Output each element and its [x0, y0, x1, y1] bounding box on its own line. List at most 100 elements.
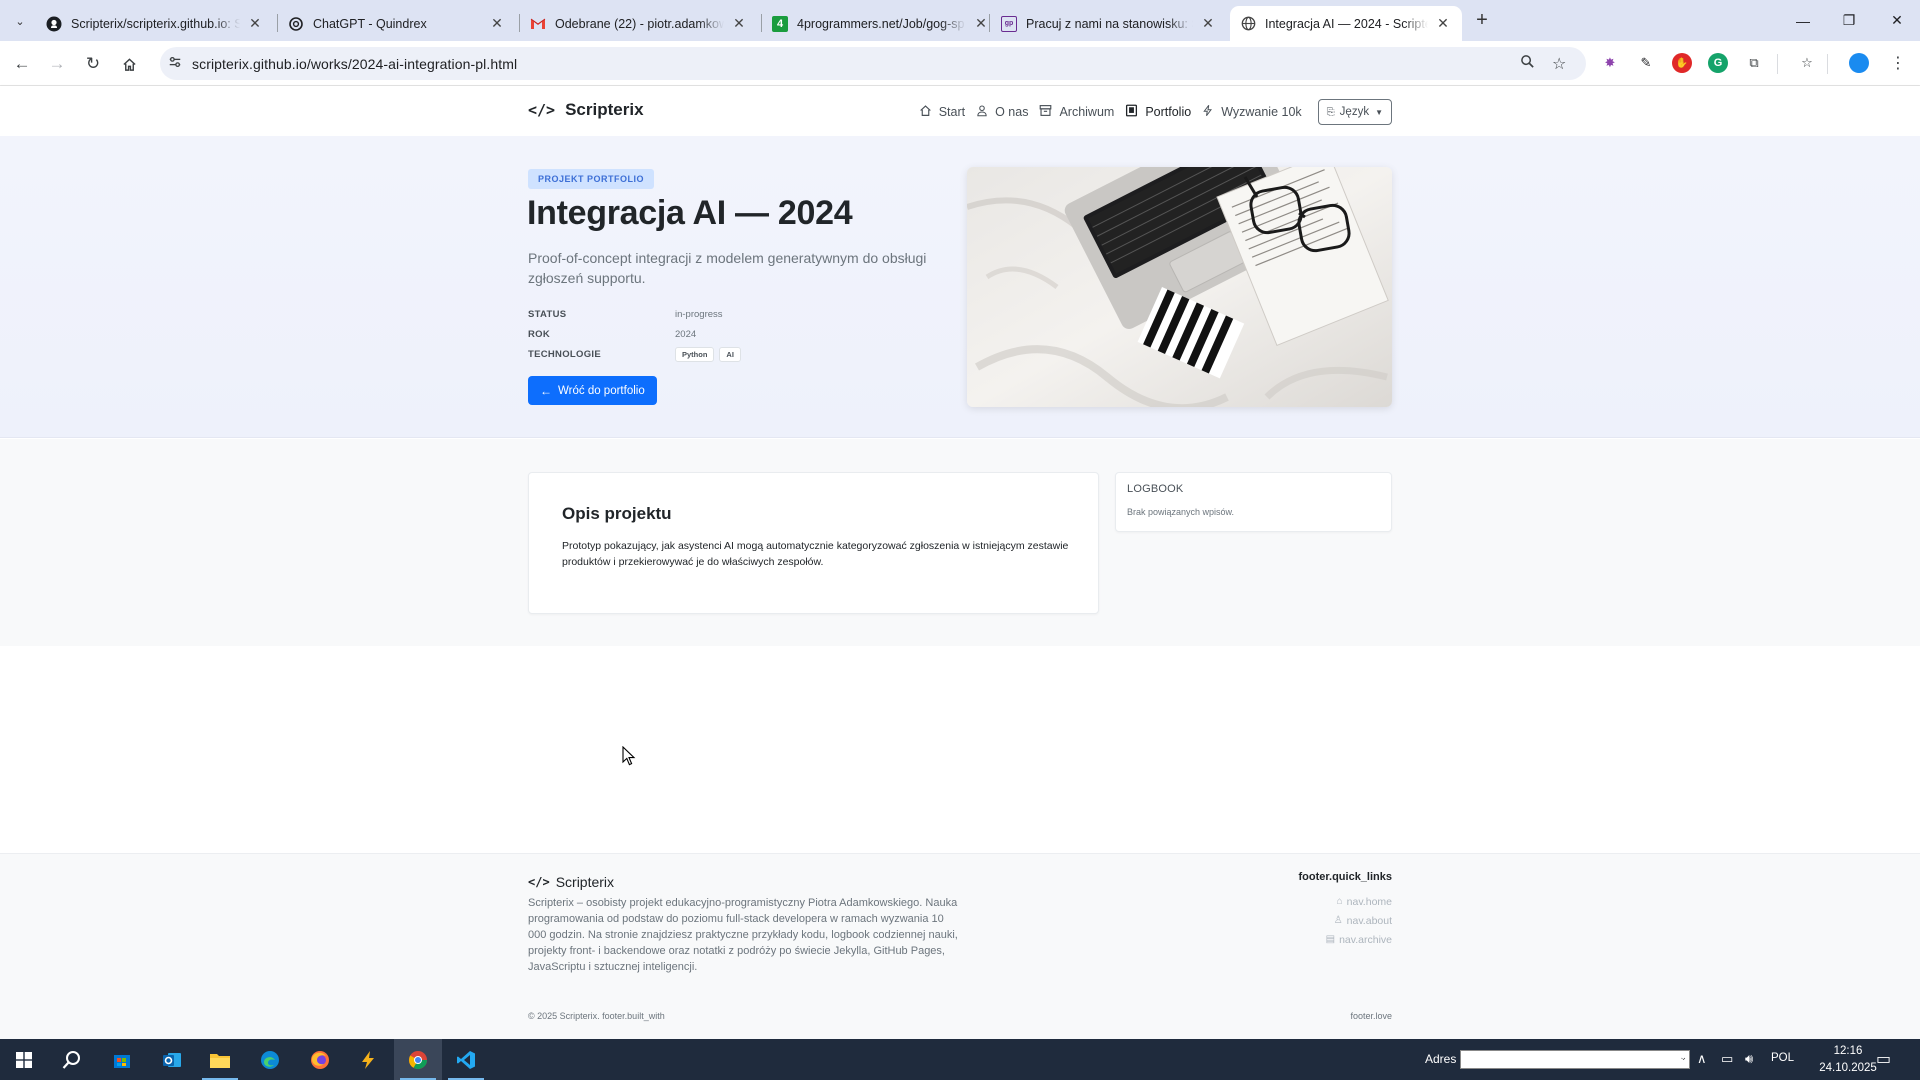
close-tab-icon[interactable]: ✕	[488, 15, 506, 33]
browser-tab-4programmers[interactable]: 4 4programmers.net/Job/gog-sp ✕	[762, 6, 1000, 41]
notification-center-icon[interactable]: ▭	[1876, 1049, 1891, 1069]
close-tab-icon[interactable]: ✕	[246, 15, 264, 33]
store-icon[interactable]	[98, 1039, 146, 1080]
nav-item-about[interactable]: O nas	[976, 104, 1028, 120]
extensions-puzzle-icon[interactable]: ⧉	[1744, 53, 1764, 73]
close-tab-icon[interactable]: ✕	[972, 15, 990, 33]
home-icon	[919, 104, 932, 120]
close-tab-icon[interactable]: ✕	[1199, 15, 1217, 33]
back-to-portfolio-button[interactable]: ← Wróć do portfolio	[528, 376, 657, 405]
minimize-icon[interactable]: —	[1780, 0, 1826, 41]
zoom-icon[interactable]	[1520, 54, 1535, 74]
tech-chip: AI	[719, 346, 741, 362]
person-icon: ♙	[1333, 915, 1343, 926]
project-badge: PROJEKT PORTFOLIO	[528, 169, 655, 189]
tab-search-chevron-icon[interactable]: ⌄	[8, 10, 32, 32]
browser-tab-pracuj[interactable]: gp Pracuj z nami na stanowisku: Se ✕	[991, 6, 1227, 41]
archive-icon	[1039, 104, 1052, 120]
address-toolbar-input[interactable]: ⌄	[1460, 1050, 1690, 1069]
browser-tab-gmail[interactable]: Odebrane (22) - piotr.adamkowski ✕	[520, 6, 758, 41]
outlook-icon[interactable]	[148, 1039, 196, 1080]
winamp-bolt-icon[interactable]	[344, 1039, 392, 1080]
extension-gear-icon[interactable]: ✸	[1600, 53, 1620, 73]
site-settings-icon[interactable]	[168, 55, 182, 72]
code-brackets-icon: </>	[528, 101, 556, 119]
forward-arrow-icon[interactable]: →	[44, 51, 70, 77]
footer-brand-name: Scripterix	[555, 874, 615, 890]
vscode-icon[interactable]	[442, 1039, 490, 1080]
close-tab-icon[interactable]: ✕	[1434, 15, 1452, 33]
new-tab-plus-icon[interactable]: +	[1470, 10, 1494, 32]
browser-tab-active[interactable]: Integracja AI — 2024 - Scripterix ✕	[1230, 6, 1462, 41]
back-arrow-icon[interactable]: ←	[9, 51, 35, 77]
language-label: Język	[1339, 106, 1370, 118]
chrome-icon[interactable]	[394, 1039, 442, 1080]
browser-tab-chatgpt[interactable]: ChatGPT - Quindrex ✕	[278, 6, 516, 41]
nav-label: Start	[938, 105, 966, 119]
bookmark-star-icon[interactable]: ☆	[1552, 54, 1566, 74]
meta-value: 2024	[675, 328, 697, 340]
translate-icon: ⎘	[1326, 106, 1335, 118]
input-language[interactable]: POL	[1771, 1052, 1794, 1064]
footer-brand[interactable]: </> Scripterix	[528, 874, 614, 890]
extension-grammarly-icon[interactable]: G	[1708, 53, 1728, 73]
tab-title: Integracja AI — 2024 - Scripterix	[1265, 16, 1428, 31]
close-window-icon[interactable]: ✕	[1874, 0, 1920, 41]
portfolio-icon	[1125, 104, 1138, 120]
reload-icon[interactable]: ↻	[80, 51, 106, 77]
footer-copyright: © 2025 Scripterix. footer.built_with	[528, 1011, 665, 1021]
pracuj-icon: gp	[1001, 15, 1017, 32]
restore-icon[interactable]: ❐	[1826, 0, 1872, 41]
meta-label: ROK	[528, 328, 551, 340]
nav-item-challenge[interactable]: Wyzwanie 10k	[1202, 104, 1302, 120]
footer-link-about[interactable]: ♙ nav.about	[1326, 911, 1392, 930]
search-icon[interactable]	[48, 1039, 96, 1080]
url-text: scripterix.github.io/works/2024-ai-integ…	[192, 56, 518, 72]
logbook-card: LOGBOOK Brak powiązanych wpisów.	[1115, 472, 1392, 532]
network-icon[interactable]: ▭	[1721, 1051, 1733, 1067]
nav-item-archive[interactable]: Archiwum	[1039, 104, 1114, 120]
footer-link-home[interactable]: ⌂ nav.home	[1326, 892, 1392, 911]
project-lead: Proof-of-concept integracji z modelem ge…	[528, 250, 927, 286]
meta-status: STATUS in-progress	[528, 304, 828, 324]
show-hidden-icons-icon[interactable]: ∧	[1697, 1051, 1707, 1067]
meta-label: TECHNOLOGIE	[528, 348, 601, 360]
language-dropdown-button[interactable]: ⎘ Język ▼	[1317, 99, 1392, 125]
button-label: Wróć do portfolio	[558, 384, 645, 397]
close-tab-icon[interactable]: ✕	[730, 15, 748, 33]
tab-title: 4programmers.net/Job/gog-sp	[797, 16, 965, 31]
profile-avatar-icon[interactable]	[1849, 53, 1869, 73]
menu-kebab-icon[interactable]: ⋮	[1888, 53, 1908, 73]
person-icon	[976, 104, 988, 120]
extension-adblock-icon[interactable]: ✋	[1672, 53, 1692, 73]
gmail-icon	[530, 16, 546, 32]
nav-links: Start O nas Archiwum Portfolio Wyzwanie …	[908, 99, 1392, 125]
caret-down-icon: ▼	[1375, 107, 1383, 117]
windows-start-icon[interactable]	[0, 1039, 48, 1080]
extension-pen-icon[interactable]: ✎	[1636, 53, 1656, 73]
firefox-icon[interactable]	[296, 1039, 344, 1080]
description-title: Opis projektu	[562, 504, 672, 523]
nav-item-portfolio[interactable]: Portfolio	[1125, 104, 1191, 120]
project-hero-image	[967, 167, 1392, 407]
address-bar[interactable]: scripterix.github.io/works/2024-ai-integ…	[160, 47, 1586, 80]
4programmers-icon: 4	[772, 15, 788, 32]
browser-tab-github[interactable]: Scripterix/scripterix.github.io: Scripte…	[36, 6, 274, 41]
bookmarks-icon[interactable]: ☆	[1797, 53, 1817, 73]
chatgpt-icon	[288, 16, 304, 32]
tab-title: ChatGPT - Quindrex	[313, 16, 427, 31]
volume-icon[interactable]: 🔊︎	[1745, 1051, 1753, 1067]
nav-item-start[interactable]: Start	[919, 104, 965, 120]
home-icon[interactable]	[116, 51, 142, 77]
tech-chip: Python	[675, 346, 715, 362]
meta-technologies: TECHNOLOGIE Python AI	[528, 344, 828, 364]
footer-link-archive[interactable]: ▤ nav.archive	[1326, 930, 1392, 949]
file-explorer-icon[interactable]	[196, 1039, 244, 1080]
edge-icon[interactable]	[246, 1039, 294, 1080]
page-title: Integracja AI — 2024	[527, 194, 853, 232]
address-go-icon[interactable]: ↻	[1676, 1051, 1690, 1068]
archive-icon: ▤	[1325, 934, 1336, 945]
site-brand[interactable]: </> Scripterix	[528, 100, 644, 120]
nav-label: Archiwum	[1059, 105, 1115, 119]
site-footer: </> Scripterix Scripterix – osobisty pro…	[0, 853, 1920, 1039]
